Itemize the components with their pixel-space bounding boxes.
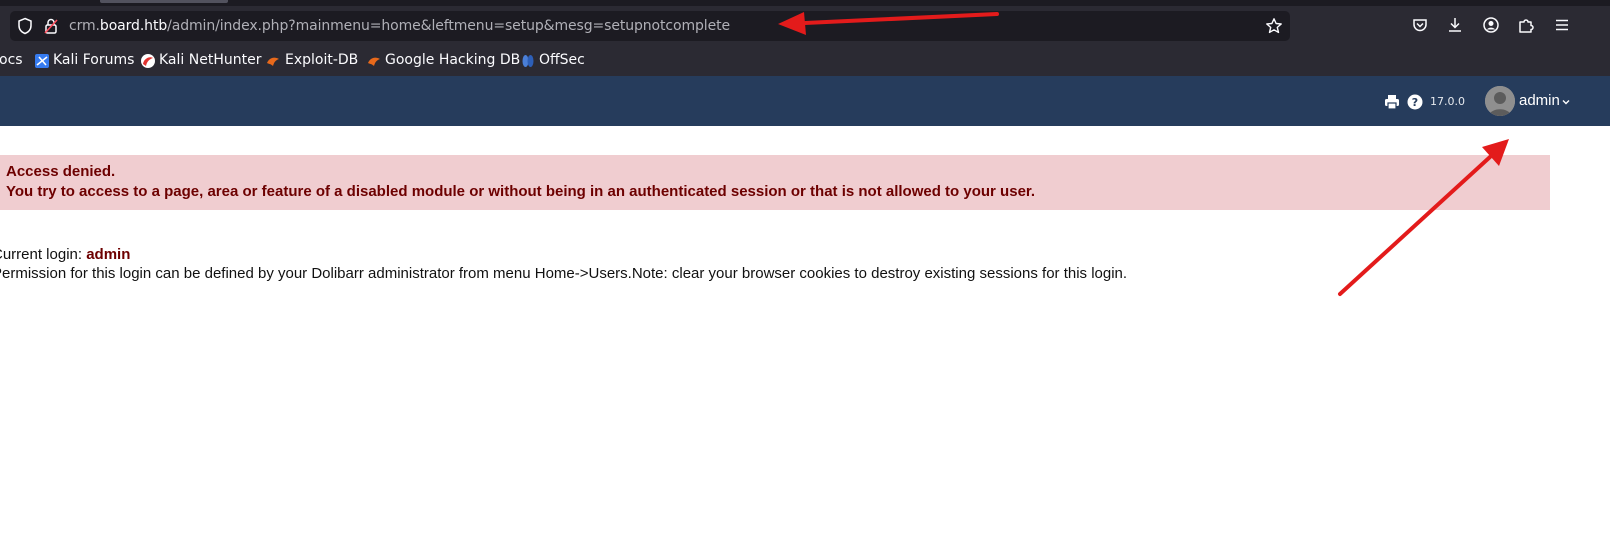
url-prefix: crm. <box>69 18 100 34</box>
avatar[interactable] <box>1485 86 1515 116</box>
print-icon[interactable] <box>1384 94 1400 110</box>
kali-forums-icon <box>35 54 49 68</box>
offsec-icon <box>522 55 534 67</box>
bookmark-kali-nethunter[interactable]: Kali NetHunter <box>159 51 261 69</box>
extensions-icon[interactable] <box>1517 16 1535 34</box>
current-login-label: Current login: <box>0 246 87 263</box>
address-bar[interactable]: crm.board.htb/admin/index.php?mainmenu=h… <box>10 11 1290 41</box>
bookmark-docs[interactable]: ocs <box>0 51 23 69</box>
bookmark-star-icon[interactable] <box>1265 17 1283 35</box>
help-icon[interactable]: ? <box>1407 94 1423 110</box>
bookmark-kali-forums[interactable]: Kali Forums <box>53 51 134 69</box>
user-silhouette-icon <box>1485 86 1515 116</box>
kali-nethunter-icon <box>141 54 155 68</box>
bookmark-ghdb[interactable]: Google Hacking DB <box>385 51 520 69</box>
chevron-down-icon[interactable] <box>1562 98 1570 106</box>
user-menu-name[interactable]: admin <box>1519 92 1560 110</box>
svg-text:?: ? <box>1412 96 1418 109</box>
url-path: /admin/index.php?mainmenu=home&leftmenu=… <box>167 18 730 34</box>
url-host: board.htb <box>99 18 168 34</box>
exploit-db-icon <box>267 57 279 66</box>
current-login-line: Current login: admin <box>0 246 130 264</box>
menu-icon[interactable] <box>1553 16 1571 34</box>
app-topbar <box>0 76 1610 126</box>
bookmark-exploit-db[interactable]: Exploit-DB <box>285 51 358 69</box>
bookmark-offsec[interactable]: OffSec <box>539 51 585 69</box>
version-label: 17.0.0 <box>1430 95 1465 108</box>
ghdb-icon <box>368 57 380 66</box>
active-tab-edge[interactable] <box>100 0 228 3</box>
shield-icon[interactable] <box>16 17 34 35</box>
bookmarks-toolbar: ocs Kali Forums Kali NetHunter Exploit-D… <box>0 46 1610 74</box>
downloads-icon[interactable] <box>1446 16 1464 34</box>
browser-chrome: crm.board.htb/admin/index.php?mainmenu=h… <box>0 0 1610 76</box>
tab-strip <box>0 0 1610 6</box>
account-icon[interactable] <box>1482 16 1500 34</box>
pocket-icon[interactable] <box>1411 16 1429 34</box>
error-title: Access denied. <box>6 163 116 180</box>
permission-note: Permission for this login can be defined… <box>0 265 1128 282</box>
current-login-user: admin <box>86 246 131 263</box>
insecure-lock-icon[interactable] <box>42 17 60 35</box>
error-message: You try to access to a page, area or fea… <box>6 183 1036 200</box>
url-text[interactable]: crm.board.htb/admin/index.php?mainmenu=h… <box>69 17 730 35</box>
